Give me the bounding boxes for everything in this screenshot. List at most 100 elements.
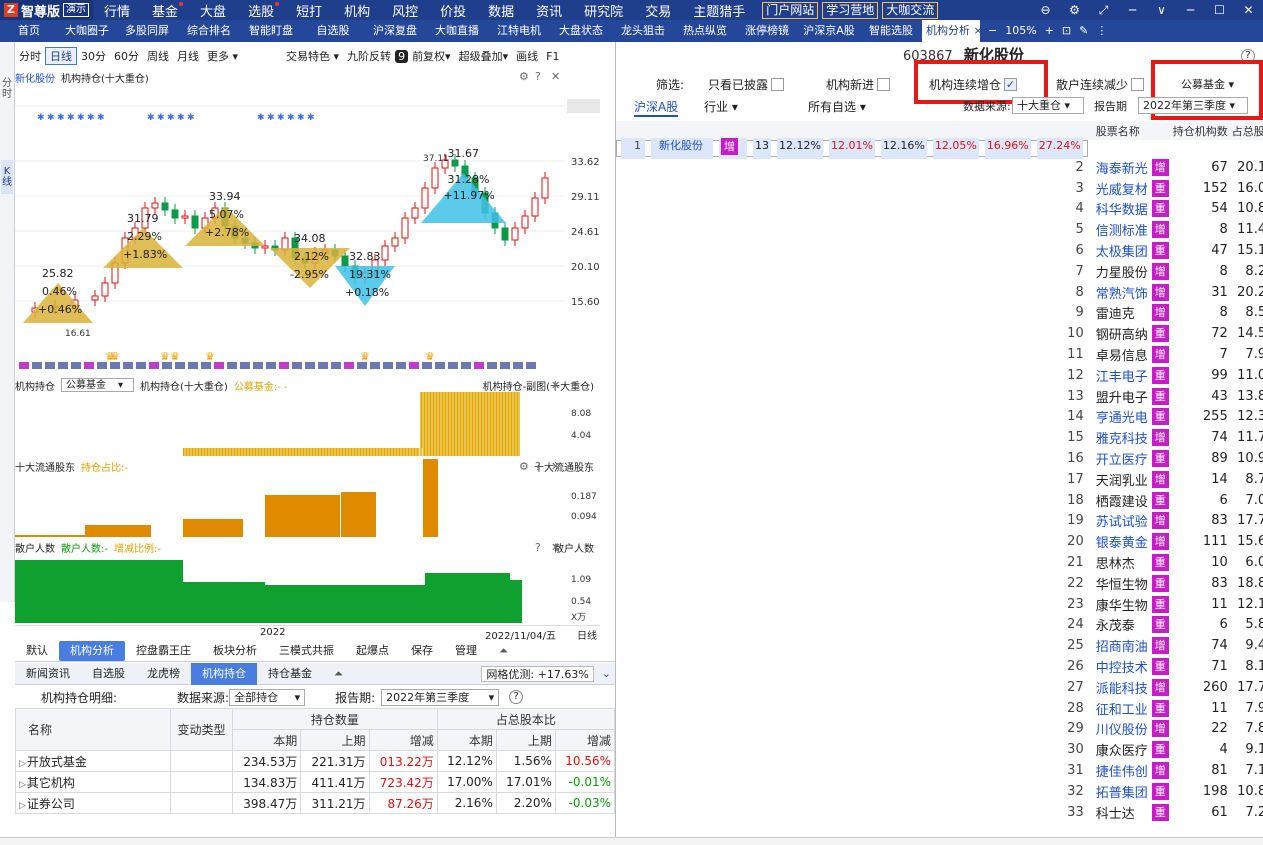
period-8[interactable]: 九阶反转 [343,48,395,64]
subcol-4[interactable]: 上期 [495,729,556,751]
stock-name[interactable]: 开立医疗 [1088,448,1150,469]
table-row[interactable]: 19苏试试验增8317.71%6.29%17.83%5.42%-11.63%7.… [616,511,1263,532]
holding-tag-badge[interactable]: 重 [1151,803,1169,821]
menu-item-11[interactable]: 交易 [634,1,682,20]
table-row[interactable]: 9雷迪克增88.58%7.92%9.56%8.82%-15.69%4.31% [616,303,1263,324]
holding-tag-badge[interactable]: 重 [1151,491,1169,509]
table-row[interactable]: 7力星股份增88.21%8.10%10.68%10.54%-18.54%4.58… [616,261,1263,282]
pen-icon[interactable]: ✎ [1075,20,1092,42]
subcol-3[interactable]: 本期 [436,729,497,751]
table-row[interactable]: 4科华数据重5410.86%9.52%12.60%11.05%-44.04%5.… [616,199,1263,220]
menu-item-5[interactable]: 机构 [333,1,381,20]
tab-7[interactable]: 大咖直播 [426,20,488,42]
zoom-minus-icon[interactable]: − [984,20,1001,42]
stock-name[interactable]: 招商南油 [1088,635,1150,656]
menu-item-6[interactable]: 风控 [381,1,429,20]
table-row[interactable]: 6太极集团重4715.17%8.20%15.17%8.20%-10.40%47.… [616,240,1263,261]
holding-tag-badge[interactable]: 增 [721,138,738,156]
subcol-0[interactable]: 本期 [231,729,302,751]
holding-tag-badge[interactable]: 增 [1151,221,1169,239]
period-12[interactable]: 画线 [512,48,542,64]
tab-15[interactable]: 机构分析 × [922,20,983,42]
stock-name[interactable]: 钢研高纳 [1088,323,1150,344]
subcol-5[interactable]: 增减 [554,729,615,751]
holding-tag-badge[interactable]: 增 [1151,470,1169,488]
table-row[interactable]: 30康众医疗重49.18%5.47%12.37%7.36%-19.17%10.6… [616,739,1263,760]
menu-item-0[interactable]: 行情 [93,1,141,20]
template-tab-2[interactable]: 控盘霸王庄 [125,641,202,661]
holding-tag-badge[interactable]: 增 [1151,346,1169,364]
holding-tag-badge[interactable]: 重 [1151,554,1169,572]
help-icon[interactable]: ? [535,460,541,473]
close-icon[interactable]: ✕ [551,379,560,392]
side-kline[interactable]: K线 [1,160,13,194]
table-row[interactable]: 28征和工业重117.90%5.55%26.83%18.83%-31.61%- [616,698,1263,719]
menu-item-3[interactable]: 选股 [237,1,285,20]
holding-tag-badge[interactable]: 增 [1151,283,1169,301]
close-icon[interactable]: ✕ [551,70,560,83]
table-row[interactable]: 25招商南油增749.40%5.70%9.40%5.70%5.50%-0.40% [616,635,1263,656]
help-icon[interactable]: ? [509,690,524,704]
holding-tag-badge[interactable]: 增 [1151,533,1169,551]
table-row[interactable]: 8常熟汽饰增3120.22%8.10%20.22%8.10%-37.77%29.… [616,282,1263,303]
expand-down-icon[interactable]: ⌄ [598,663,615,685]
holding-tag-badge[interactable]: 重 [1151,595,1169,613]
holding-tag-badge[interactable]: 重 [1151,699,1169,717]
menu-item-8[interactable]: 数据 [477,1,525,20]
help-icon[interactable]: ? [535,70,541,83]
holding-tag-badge[interactable]: 重 [1151,179,1169,197]
collapse-icon[interactable]: ⏶ [323,663,354,685]
tab-8[interactable]: 江特电机 [488,20,550,42]
period-5[interactable]: 月线 [173,48,203,64]
holding-tag-badge[interactable]: 重 [1151,325,1169,343]
menu-item-7[interactable]: 价投 [429,1,477,20]
template-tab-1[interactable]: 机构分析 [59,640,125,661]
table-row[interactable]: 12江丰电子重9911.05%7.32%16.67%11.48%-12.25%-… [616,365,1263,386]
stock-name[interactable]: 雅克科技 [1088,427,1150,448]
stock-name[interactable]: 派能科技 [1088,677,1150,698]
stock-name[interactable]: 捷佳伟创 [1088,760,1150,781]
expand-icon[interactable]: ▷ [19,759,26,769]
help-icon[interactable]: ? [535,541,541,554]
filter-disclosed[interactable]: 只看已披露 [708,76,785,93]
table-row[interactable]: 18栖霞建设重67.01%6.37%7.01%6.37%-11.08%-1.65… [616,490,1263,511]
table-row[interactable]: 16开立医疗重8910.95%6.59%10.95%6.29%-2.59%14.… [616,448,1263,469]
period-13[interactable]: F1 [542,50,563,63]
expand-icon[interactable]: ▷ [19,780,26,790]
collapse-icon[interactable]: ⏶ [488,641,519,661]
stock-name[interactable]: 信测标准 [1088,219,1150,240]
holding-tag-badge[interactable]: 重 [1151,408,1169,426]
indicator-retail-count[interactable]: 散户人数 散户人数:- 增减比例:- 散户人数 1.09 0.54 X万? ✕ [15,540,600,625]
holding-tag-badge[interactable]: 增 [1151,720,1169,738]
stock-name[interactable]: 雷迪克 [1088,303,1150,324]
period-1[interactable]: 日线 [45,47,77,65]
holding-tag-badge[interactable]: 增 [1151,512,1169,530]
add-tab-icon[interactable]: + [1041,20,1058,42]
stock-name[interactable]: 新化股份 [651,138,713,159]
side-fenshi[interactable]: 分时 [1,78,13,100]
report-period-select[interactable]: 2022年第三季度 ▾ [1138,97,1248,114]
template-tab-6[interactable]: 保存 [400,641,444,661]
tab-11[interactable]: 热点纵览 [674,20,736,42]
menu-item-12[interactable]: 主题猎手 [682,1,756,20]
tab-9[interactable]: 大盘状态 [550,20,612,42]
holding-tag-badge[interactable]: 增 [1151,262,1169,280]
stock-name[interactable]: 天润乳业 [1088,469,1150,490]
stock-name[interactable]: 康众医疗 [1088,739,1150,760]
table-row[interactable]: 11卓易信息增77.94%7.38%15.89%14.77%-17.44%22.… [616,344,1263,365]
menu-item-10[interactable]: 研究院 [573,1,634,20]
tab-2[interactable]: 多股同屏 [116,20,178,42]
stock-name[interactable]: 亨通光电 [1088,407,1150,428]
top-link-button-2[interactable]: 大咖交流 [882,1,939,19]
holding-tag-badge[interactable]: 增 [1151,429,1169,447]
table-row[interactable]: 5信测标准增811.47%8.33%25.34%18.43%-28.55%23.… [616,219,1263,240]
indicator-fund-holding[interactable]: 机构持仓 公募基金 ▾ 机构持仓(十大重仓) 公募基金:- - 机构持仓-副图(十… [15,378,600,458]
holding-tag-badge[interactable]: 增 [1151,762,1169,779]
expand-icon[interactable]: ▷ [19,801,26,811]
info-tab-3[interactable]: 机构持仓 [191,662,257,685]
stock-name[interactable]: 银泰黄金 [1088,531,1150,552]
period-0[interactable]: 分时 [15,48,45,64]
table-row[interactable]: 22华恒生物重8318.80%5.96%29.16%9.24%-9.70%13.… [616,573,1263,594]
holding-tag-badge[interactable]: 重 [1151,200,1169,218]
menu-item-9[interactable]: 资讯 [525,1,573,20]
